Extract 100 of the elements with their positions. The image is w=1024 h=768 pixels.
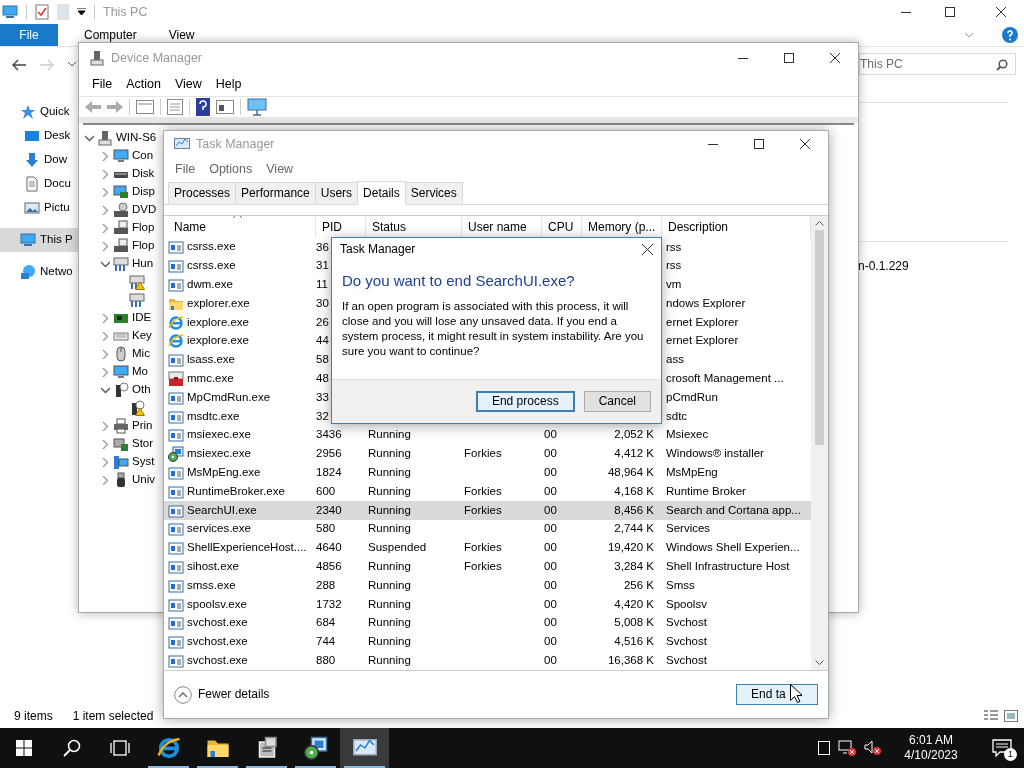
- table-cell: 684: [316, 616, 336, 629]
- table-cell: 3,284 K: [614, 560, 654, 573]
- window-title: Device Manager: [111, 50, 202, 66]
- table-cell: 33: [316, 390, 329, 403]
- table-cell: 30: [316, 296, 329, 309]
- table-cell: Forkies: [464, 560, 502, 573]
- dialog-title: Task Manager: [340, 241, 416, 257]
- table-cell: rss: [666, 259, 682, 272]
- table-cell: Forkies: [464, 447, 502, 460]
- table-cell: 44: [316, 334, 329, 347]
- process-name: MpCmdRun.exe: [187, 390, 271, 405]
- table-cell: 00: [544, 560, 557, 573]
- table-cell: 00: [544, 635, 557, 648]
- table-cell: ernet Explorer: [666, 315, 739, 328]
- table-cell: pCmdRun: [666, 390, 718, 403]
- table-cell: Svchost: [666, 635, 707, 648]
- process-name: iexplore.exe: [187, 334, 249, 349]
- process-name: RuntimeBroker.exe: [187, 484, 285, 499]
- table-cell: vm: [666, 278, 682, 291]
- table-cell: 00: [544, 654, 557, 667]
- table-cell: Running: [368, 428, 411, 441]
- table-cell: 26: [316, 315, 329, 328]
- table-cell: Spoolsv: [666, 597, 707, 610]
- table-cell: 8,456 K: [614, 503, 654, 516]
- table-cell: Running: [368, 522, 411, 535]
- table-cell: Services: [666, 522, 711, 535]
- table-cell: Running: [368, 597, 411, 610]
- table-cell: 880: [316, 654, 336, 667]
- process-name: services.exe: [187, 522, 251, 537]
- table-cell: 00: [544, 597, 557, 610]
- table-cell: Running: [368, 578, 411, 591]
- process-name: iexplore.exe: [187, 315, 249, 330]
- table-cell: ass: [666, 353, 684, 366]
- table-cell: 00: [544, 428, 557, 441]
- process-name: msiexec.exe: [187, 447, 251, 462]
- table-cell: 11: [316, 278, 328, 291]
- process-name: msdtc.exe: [187, 409, 240, 424]
- process-name: sihost.exe: [187, 560, 239, 574]
- process-name: ShellExperienceHost....: [187, 541, 307, 556]
- table-cell: 4,420 K: [614, 597, 654, 610]
- table-cell: Running: [368, 484, 411, 497]
- table-cell: Forkies: [464, 503, 502, 516]
- table-cell: 00: [544, 447, 557, 460]
- table-cell: Runtime Broker: [666, 484, 746, 497]
- status-text: 9 items: [14, 708, 53, 724]
- table-cell: rss: [666, 240, 682, 253]
- table-cell: 00: [544, 503, 557, 516]
- table-cell: 4856: [316, 560, 342, 573]
- table-cell: Shell Infrastructure Host: [666, 560, 790, 573]
- table-cell: Running: [368, 654, 411, 667]
- table-cell: Svchost: [666, 654, 707, 667]
- process-name: svchost.exe: [187, 616, 248, 631]
- dialog-message: If an open program is associated with this process, it will close and you will lose any unsaved data. If you end a system process, it might result in system instability. Are you sure you want to continue?: [342, 299, 645, 359]
- table-cell: Forkies: [464, 541, 502, 554]
- process-name: csrss.exe: [187, 240, 236, 255]
- table-cell: 744: [316, 635, 336, 648]
- table-cell: Msiexec: [666, 428, 709, 441]
- table-cell: 2,744 K: [614, 522, 654, 535]
- table-cell: Running: [368, 616, 411, 629]
- table-cell: sdtc: [666, 409, 688, 422]
- table-cell: 2,052 K: [614, 428, 654, 441]
- table-cell: 00: [544, 522, 557, 535]
- table-cell: Running: [368, 560, 411, 573]
- process-name: svchost.exe: [187, 635, 248, 649]
- table-cell: 5,008 K: [614, 616, 654, 629]
- process-name: SearchUI.exe: [187, 503, 257, 518]
- status-text: 1 item selected: [72, 708, 154, 724]
- process-name: MsMpEng.exe: [187, 466, 261, 480]
- table-cell: 36: [316, 240, 329, 253]
- table-cell: 4,168 K: [614, 484, 654, 497]
- table-cell: 1824: [316, 466, 342, 479]
- table-cell: 58: [316, 353, 329, 366]
- table-cell: Svchost: [666, 616, 707, 629]
- table-cell: Forkies: [464, 484, 502, 497]
- process-name: spoolsv.exe: [187, 597, 247, 612]
- table-cell: 4,412 K: [614, 447, 654, 460]
- table-cell: Running: [368, 466, 411, 479]
- process-name: explorer.exe: [187, 296, 250, 311]
- table-cell: 00: [544, 541, 557, 554]
- table-cell: Running: [368, 503, 411, 516]
- table-cell: 48,964 K: [607, 466, 654, 479]
- process-name: msiexec.exe: [187, 428, 251, 443]
- table-cell: MsMpEng: [666, 466, 718, 479]
- table-cell: 00: [544, 578, 557, 591]
- table-cell: ndows Explorer: [666, 296, 746, 309]
- content-text: n-0.1.229: [858, 259, 910, 274]
- table-cell: Search and Cortana app...: [666, 503, 801, 516]
- table-cell: Smss: [666, 578, 695, 591]
- table-cell: 1732: [316, 597, 342, 610]
- table-cell: 4,516 K: [614, 635, 654, 648]
- table-cell: Windows® installer: [666, 447, 764, 460]
- notification-count: 1: [1004, 748, 1017, 761]
- table-cell: 256 K: [623, 578, 654, 591]
- table-cell: 00: [544, 616, 557, 629]
- table-cell: 48: [316, 372, 329, 385]
- table-cell: ernet Explorer: [666, 334, 739, 347]
- table-cell: 2956: [316, 447, 342, 460]
- table-cell: 00: [544, 484, 557, 497]
- table-cell: 19,420 K: [607, 541, 654, 554]
- process-name: lsass.exe: [187, 353, 235, 368]
